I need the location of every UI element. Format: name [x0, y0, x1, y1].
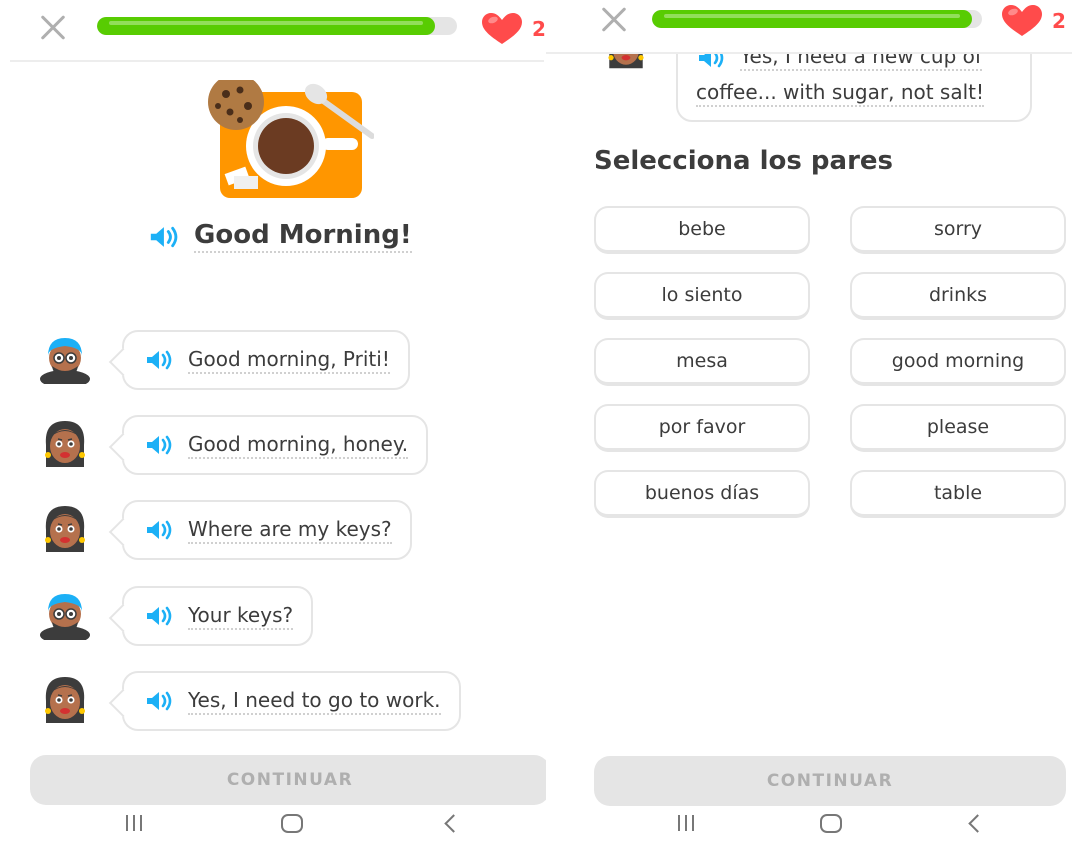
speaker-icon[interactable] — [148, 225, 182, 249]
hearts-count: 2 — [532, 17, 546, 41]
heart-icon — [480, 12, 524, 46]
progress-fill — [97, 17, 436, 35]
lesson-progress-bar — [97, 17, 457, 35]
continue-button[interactable]: CONTINUAR — [594, 756, 1066, 806]
lesson-story-screen: 2 Good Morning! Good morning, Priti! Goo… — [0, 0, 546, 856]
pair-option[interactable]: table — [850, 470, 1066, 518]
pair-option[interactable]: lo siento — [594, 272, 810, 320]
pair-option[interactable]: please — [850, 404, 1066, 452]
dialog-text[interactable]: Yes, I need to go to work. — [188, 688, 441, 715]
top-divider — [546, 52, 1072, 54]
dialog-text[interactable]: Where are my keys? — [188, 517, 392, 544]
man-avatar — [38, 334, 92, 384]
pair-option[interactable]: good morning — [850, 338, 1066, 386]
recent-apps-icon[interactable] — [676, 815, 698, 833]
hearts-counter[interactable]: 2 — [480, 12, 546, 46]
coffee-cup-illustration — [208, 80, 374, 198]
back-icon[interactable] — [966, 813, 986, 835]
pair-option[interactable]: buenos días — [594, 470, 810, 518]
close-icon[interactable] — [35, 10, 71, 46]
recent-apps-icon[interactable] — [124, 815, 146, 833]
home-icon[interactable] — [281, 814, 303, 833]
speech-bubble[interactable]: Good morning, honey. — [122, 415, 429, 475]
woman-avatar — [38, 419, 92, 469]
heart-icon — [1000, 4, 1044, 38]
continue-button[interactable]: CONTINUAR — [30, 755, 546, 805]
progress-fill — [652, 10, 973, 28]
match-pairs-screen: Yes, I need a new cup of coffee... with … — [546, 0, 1092, 856]
android-nav-bar — [0, 800, 546, 856]
close-icon[interactable] — [596, 2, 632, 38]
dialog-text[interactable]: Good morning, honey. — [188, 432, 409, 459]
pair-option[interactable]: sorry — [850, 206, 1066, 254]
speech-bubble[interactable]: Where are my keys? — [122, 500, 412, 560]
speaker-icon[interactable] — [144, 690, 176, 712]
dialog-text[interactable]: coffee... with sugar, not salt! — [696, 80, 985, 107]
speech-bubble[interactable]: Yes, I need to go to work. — [122, 671, 461, 731]
pair-option[interactable]: por favor — [594, 404, 810, 452]
speaker-icon[interactable] — [144, 519, 176, 541]
pair-option[interactable]: bebe — [594, 206, 810, 254]
pair-option[interactable]: drinks — [850, 272, 1066, 320]
speaker-icon[interactable] — [144, 434, 176, 456]
speech-bubble[interactable]: Good morning, Priti! — [122, 330, 410, 390]
man-avatar — [38, 590, 92, 640]
speaker-icon[interactable] — [144, 605, 176, 627]
android-nav-bar — [546, 800, 1092, 856]
hearts-counter[interactable]: 2 — [1000, 4, 1066, 38]
top-divider — [10, 60, 544, 62]
lesson-title[interactable]: Good Morning! — [194, 220, 412, 253]
speech-bubble[interactable]: Your keys? — [122, 586, 314, 646]
lesson-top-bar: 2 — [546, 0, 1092, 52]
pair-option[interactable]: mesa — [594, 338, 810, 386]
dialog-text[interactable]: Good morning, Priti! — [188, 347, 390, 374]
home-icon[interactable] — [820, 814, 842, 833]
hearts-count: 2 — [1052, 9, 1066, 33]
previous-bubble-line: coffee... with sugar, not salt! — [696, 80, 985, 107]
speaker-icon[interactable] — [144, 349, 176, 371]
woman-avatar — [38, 675, 92, 725]
dialog-text[interactable]: Your keys? — [188, 603, 294, 630]
back-icon[interactable] — [442, 813, 462, 835]
exercise-title: Selecciona los pares — [594, 146, 893, 176]
lesson-title-row: Good Morning! — [148, 220, 412, 253]
woman-avatar — [38, 504, 92, 554]
lesson-progress-bar — [652, 10, 982, 28]
lesson-top-bar: 2 — [0, 0, 546, 60]
